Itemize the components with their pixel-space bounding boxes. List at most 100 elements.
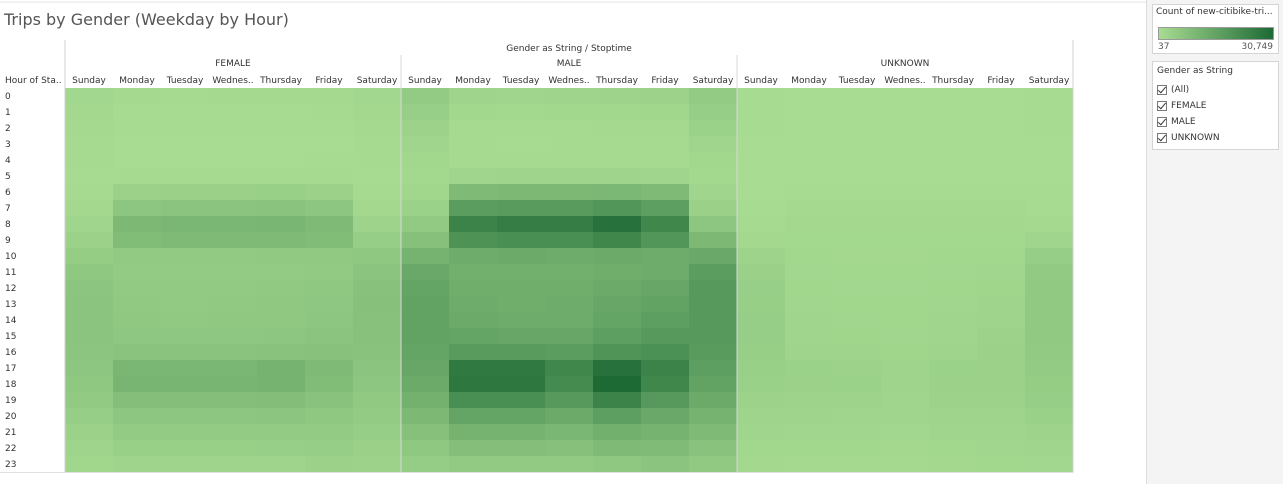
group-label: FEMALE [215, 59, 251, 69]
heatmap-cell [593, 232, 642, 249]
checkbox-icon[interactable] [1157, 101, 1167, 111]
color-gradient-bar [1158, 27, 1274, 40]
heatmap-cell [785, 264, 834, 281]
heatmap-cell [65, 104, 114, 121]
heatmap-cell [593, 440, 642, 457]
color-legend[interactable]: Count of new-citibike-tri... 37 30,749 [1152, 4, 1279, 54]
heatmap-cell [545, 296, 594, 313]
heatmap-cell [1025, 248, 1074, 265]
heatmap-cell [833, 280, 882, 297]
heatmap-cell [65, 152, 114, 169]
heatmap-cell [449, 376, 498, 393]
checkbox-icon[interactable] [1157, 117, 1167, 127]
heatmap-cell [113, 248, 162, 265]
heatmap-cell [305, 104, 354, 121]
heatmap-cell [737, 456, 786, 473]
heatmap-cell [977, 344, 1026, 361]
heatmap-cell [881, 168, 930, 185]
day-label: Monday [791, 76, 827, 86]
filter-item-female[interactable]: FEMALE [1157, 98, 1274, 114]
heatmap-cell [161, 88, 210, 105]
heatmap-cell [305, 200, 354, 217]
filter-item-unknown[interactable]: UNKNOWN [1157, 130, 1274, 146]
heatmap-cell [1025, 120, 1074, 137]
heatmap-cell [545, 360, 594, 377]
side-panel: Count of new-citibike-tri... 37 30,749 G… [1146, 0, 1283, 484]
heatmap-cell [65, 280, 114, 297]
heatmap-cell [641, 120, 690, 137]
heatmap-cell [257, 440, 306, 457]
heatmap-cell [785, 200, 834, 217]
heatmap-cell [65, 408, 114, 425]
heatmap-cell [977, 216, 1026, 233]
day-label: Wednes.. [884, 76, 925, 86]
day-label: Saturday [1029, 76, 1070, 86]
heatmap-cell [497, 424, 546, 441]
heatmap-cell [209, 424, 258, 441]
heatmap-cell [305, 360, 354, 377]
heatmap-cell [257, 264, 306, 281]
filter-title: Gender as String [1157, 66, 1233, 76]
heatmap-cell [977, 264, 1026, 281]
heatmap-cell [833, 312, 882, 329]
heatmap-cell [689, 200, 738, 217]
heatmap-cell [785, 456, 834, 473]
hour-label: 4 [5, 156, 11, 166]
day-label: Monday [455, 76, 491, 86]
heatmap-cell [257, 328, 306, 345]
filter-item-all[interactable]: (All) [1157, 82, 1274, 98]
heatmap-cell [689, 408, 738, 425]
heatmap-cell [641, 216, 690, 233]
heatmap-cell [1025, 360, 1074, 377]
heatmap-cell [305, 280, 354, 297]
heatmap-cell [1025, 168, 1074, 185]
heatmap-cell [977, 232, 1026, 249]
heatmap-cell [257, 216, 306, 233]
hour-label: 12 [5, 284, 16, 294]
heatmap-cell [65, 424, 114, 441]
day-label: Saturday [357, 76, 398, 86]
heatmap-cell [257, 152, 306, 169]
heatmap-cell [305, 440, 354, 457]
heatmap-cell [353, 344, 402, 361]
heatmap-cell [161, 280, 210, 297]
heatmap-cell [353, 424, 402, 441]
heatmap-cell [1025, 280, 1074, 297]
filter-item-male[interactable]: MALE [1157, 114, 1274, 130]
heatmap-cell [545, 312, 594, 329]
heatmap-cell [353, 88, 402, 105]
checkbox-icon[interactable] [1157, 133, 1167, 143]
heatmap-cell [113, 152, 162, 169]
heatmap-cell [737, 280, 786, 297]
day-label: Sunday [72, 76, 106, 86]
checkbox-icon[interactable] [1157, 85, 1167, 95]
heatmap-cell [257, 136, 306, 153]
heatmap-cell [209, 344, 258, 361]
heatmap-cell [353, 376, 402, 393]
heatmap-cell [401, 456, 450, 473]
heatmap-cell [401, 424, 450, 441]
heatmap-cell [977, 408, 1026, 425]
heatmap-cell [497, 200, 546, 217]
heatmap-cell [641, 152, 690, 169]
heatmap-cell [833, 152, 882, 169]
color-legend-title: Count of new-citibike-tri... [1156, 7, 1273, 17]
heatmap-cell [401, 216, 450, 233]
heatmap-cell [881, 280, 930, 297]
heatmap-cell [833, 360, 882, 377]
heatmap-cell [305, 344, 354, 361]
heatmap-cell [929, 264, 978, 281]
heatmap-cell [737, 328, 786, 345]
heatmap-cell [881, 248, 930, 265]
filter-item-label: MALE [1171, 117, 1196, 127]
heatmap-cell [545, 440, 594, 457]
heatmap-cell [737, 440, 786, 457]
hour-label: 7 [5, 204, 11, 214]
heatmap-cell [593, 136, 642, 153]
hour-label: 10 [5, 252, 17, 262]
hour-label: 23 [5, 460, 16, 470]
heatmap-cell [881, 216, 930, 233]
heatmap-cell [353, 264, 402, 281]
heatmap-cell [785, 328, 834, 345]
heatmap-cell [353, 120, 402, 137]
